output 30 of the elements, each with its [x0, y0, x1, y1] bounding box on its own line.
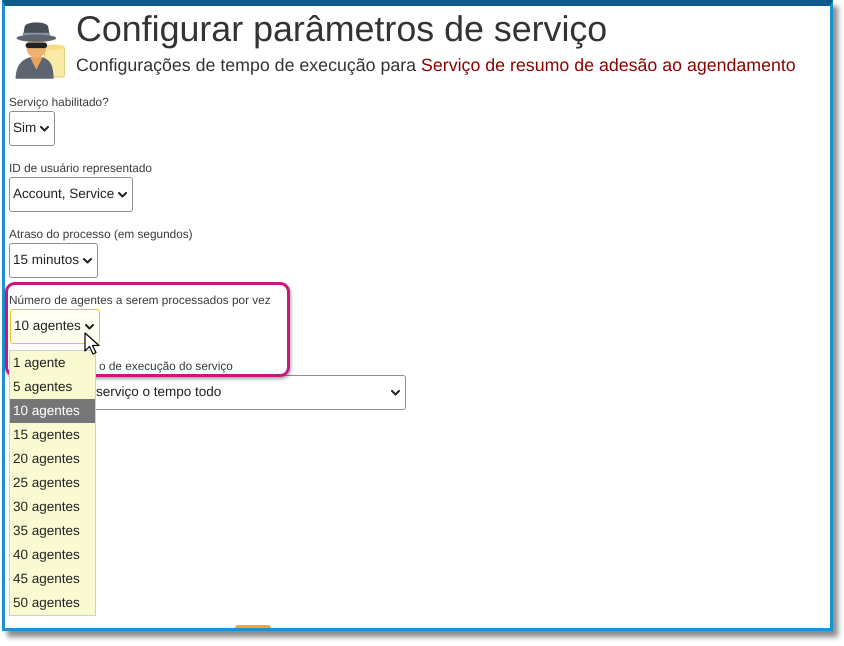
field-label: o de execução do serviço	[99, 358, 233, 374]
service-name: Serviço de resumo de adesão ao agendamento	[421, 55, 796, 76]
mouse-pointer-icon	[84, 332, 100, 356]
chevron-down-icon	[84, 324, 94, 330]
page-subtitle: Configurações de tempo de execução para	[76, 55, 416, 76]
select-field[interactable]: 10 agentes	[10, 309, 100, 344]
dropdown-option[interactable]: 15 agentes	[10, 423, 95, 447]
dropdown-option[interactable]: 20 agentes	[10, 447, 95, 471]
dropdown-option[interactable]: 1 agente	[10, 351, 95, 375]
dropdown-option[interactable]: 40 agentes	[10, 543, 95, 567]
field-label: Serviço habilitado?	[9, 94, 109, 110]
dropdown-option[interactable]: 50 agentes	[10, 591, 95, 615]
dropdown-option[interactable]: 25 agentes	[10, 471, 95, 495]
dropdown-option[interactable]: 10 agentes	[10, 399, 95, 423]
field-label: Número de agentes a serem processados por vez	[9, 292, 271, 308]
select-field[interactable]: Sim	[9, 111, 56, 146]
chevron-down-icon	[391, 390, 400, 396]
field-label: Atraso do processo (em segundos)	[9, 226, 193, 242]
select-field[interactable]: Account, Service	[9, 177, 134, 212]
dropdown-option[interactable]: 35 agentes	[10, 519, 95, 543]
chevron-down-icon	[40, 126, 50, 132]
dropdown-option[interactable]: 30 agentes	[10, 495, 95, 519]
field-label: ID de usuário representado	[9, 160, 152, 176]
partially-hidden-button[interactable]	[235, 625, 271, 628]
dropdown-option[interactable]: 5 agentes	[10, 375, 95, 399]
chevron-down-icon	[83, 258, 92, 264]
dropdown-option[interactable]: 45 agentes	[10, 567, 95, 591]
select-field[interactable]: 15 minutos	[9, 243, 98, 278]
chevron-down-icon	[118, 192, 128, 198]
page-title: Configurar parâmetros de serviço	[76, 9, 608, 50]
